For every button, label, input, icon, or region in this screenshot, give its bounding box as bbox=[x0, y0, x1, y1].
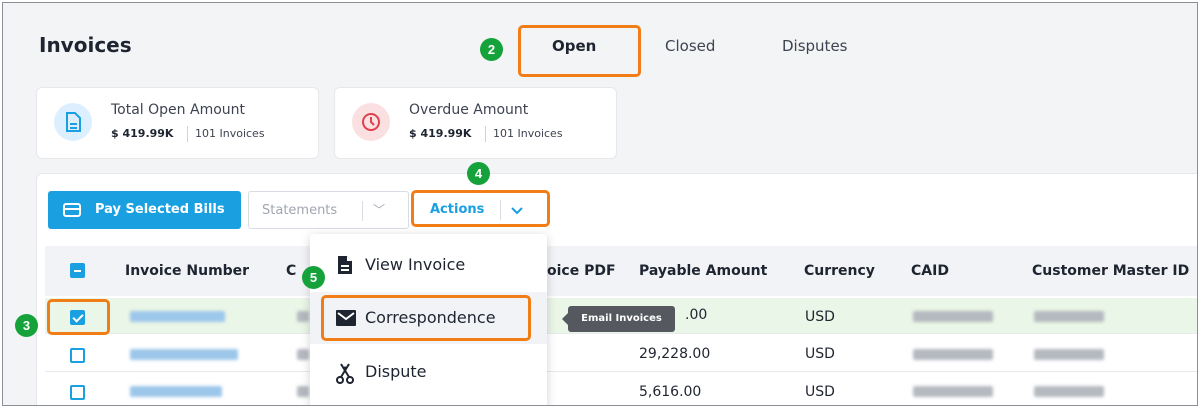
redacted-value bbox=[297, 311, 309, 322]
currency: USD bbox=[805, 384, 835, 400]
select-all-checkbox[interactable] bbox=[70, 263, 85, 278]
invoice-number-redacted[interactable] bbox=[130, 349, 238, 360]
overdue-count: 101 Invoices bbox=[493, 127, 563, 140]
customer-id-redacted bbox=[1034, 311, 1104, 322]
currency: USD bbox=[805, 309, 835, 325]
menu-item-view-invoice[interactable]: View Invoice bbox=[310, 239, 547, 291]
payable-amount: .00 bbox=[685, 307, 708, 323]
col-invoice-pdf[interactable]: oice PDF bbox=[547, 263, 616, 279]
actions-highlight bbox=[411, 190, 550, 227]
overdue-amount: $ 419.99K bbox=[409, 127, 472, 140]
divider bbox=[362, 201, 363, 221]
document-icon bbox=[338, 256, 352, 274]
statements-button[interactable]: Statements ﹀ bbox=[248, 191, 409, 229]
step-2-marker: 2 bbox=[480, 38, 503, 61]
customer-id-redacted bbox=[1034, 386, 1104, 397]
total-open-label: Total Open Amount bbox=[111, 102, 246, 118]
total-open-card: Total Open Amount $ 419.99K 101 Invoices bbox=[36, 87, 319, 159]
step-4-marker: 4 bbox=[467, 162, 490, 185]
redacted-value bbox=[297, 386, 309, 397]
col-payable-amount[interactable]: Payable Amount bbox=[639, 263, 767, 279]
overdue-card: Overdue Amount $ 419.99K 101 Invoices bbox=[334, 87, 617, 159]
redacted-value bbox=[297, 349, 309, 360]
currency: USD bbox=[805, 346, 835, 362]
pay-selected-bills-button[interactable]: Pay Selected Bills bbox=[48, 191, 241, 229]
divider bbox=[187, 126, 188, 142]
tab-disputes[interactable]: Disputes bbox=[782, 37, 848, 55]
document-icon bbox=[54, 103, 92, 141]
col-currency[interactable]: Currency bbox=[804, 263, 875, 279]
tab-closed[interactable]: Closed bbox=[665, 37, 715, 55]
step-3-marker: 3 bbox=[15, 314, 38, 337]
payable-amount: 29,228.00 bbox=[639, 346, 711, 362]
menu-item-label: View Invoice bbox=[365, 255, 466, 274]
page-title: Invoices bbox=[39, 33, 132, 57]
invoice-number-redacted[interactable] bbox=[130, 311, 225, 322]
caid-redacted bbox=[913, 311, 993, 322]
step-5-marker: 5 bbox=[302, 266, 325, 289]
email-invoices-tooltip: Email Invoices bbox=[562, 306, 675, 332]
total-open-amount: $ 419.99K bbox=[111, 127, 174, 140]
app-window: Invoices Open Closed Disputes 2 Total Op… bbox=[2, 2, 1198, 406]
menu-item-dispute[interactable]: Dispute bbox=[310, 346, 547, 398]
statements-label: Statements bbox=[262, 203, 338, 218]
menu-item-label: Dispute bbox=[365, 362, 427, 381]
pay-selected-bills-label: Pay Selected Bills bbox=[95, 202, 225, 217]
col-c[interactable]: C bbox=[286, 263, 296, 279]
correspondence-highlight bbox=[321, 295, 531, 341]
caid-redacted bbox=[913, 349, 993, 360]
caid-redacted bbox=[913, 386, 993, 397]
col-invoice-number[interactable]: Invoice Number bbox=[125, 263, 249, 279]
row-checkbox[interactable] bbox=[70, 385, 85, 400]
overdue-label: Overdue Amount bbox=[409, 102, 529, 118]
col-caid[interactable]: CAID bbox=[911, 263, 949, 279]
divider bbox=[485, 126, 486, 142]
total-open-count: 101 Invoices bbox=[195, 127, 265, 140]
checkbox-highlight bbox=[47, 299, 110, 335]
invoice-number-redacted[interactable] bbox=[130, 386, 222, 397]
clock-icon bbox=[352, 103, 390, 141]
row-checkbox[interactable] bbox=[70, 348, 85, 363]
payable-amount: 5,616.00 bbox=[639, 384, 702, 400]
card-icon bbox=[63, 203, 81, 217]
chevron-down-icon: ﹀ bbox=[373, 203, 386, 217]
open-tab-highlight bbox=[518, 25, 641, 77]
dispute-icon bbox=[336, 363, 354, 384]
col-customer-master-id[interactable]: Customer Master ID bbox=[1032, 263, 1189, 279]
customer-id-redacted bbox=[1034, 349, 1104, 360]
